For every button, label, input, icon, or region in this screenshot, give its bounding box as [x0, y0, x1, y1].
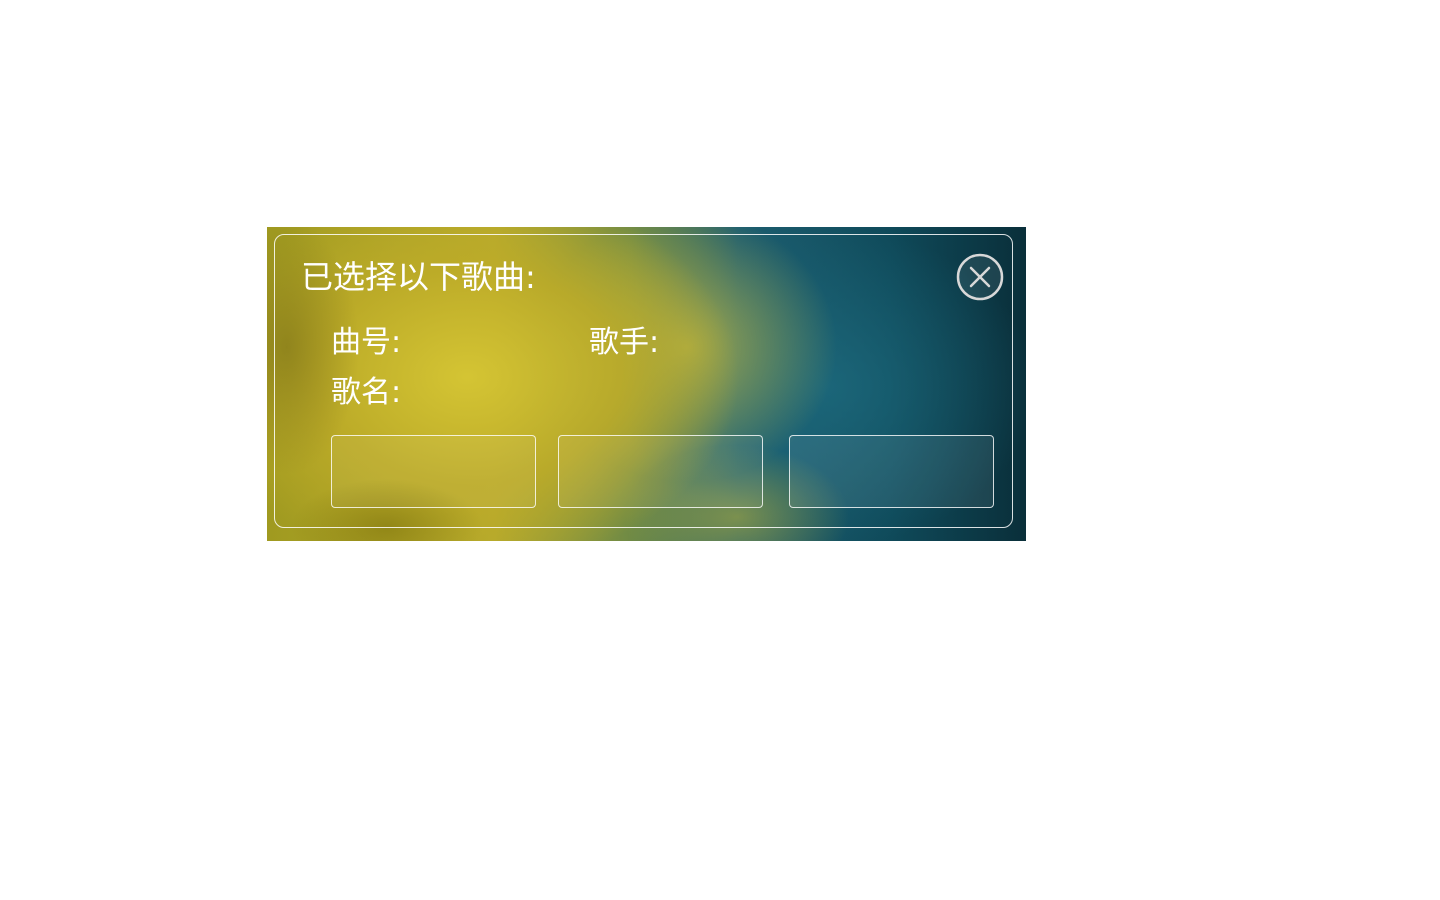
close-button[interactable]: [956, 253, 1004, 301]
track-number-field: 曲号:: [331, 323, 409, 363]
track-number-label: 曲号:: [331, 325, 402, 360]
action-button-3[interactable]: [789, 435, 994, 508]
dialog-frame: 已选择以下歌曲: 曲号: 歌手: 歌名:: [274, 234, 1013, 528]
song-selection-dialog: 已选择以下歌曲: 曲号: 歌手: 歌名:: [267, 227, 1026, 541]
singer-label: 歌手:: [589, 325, 660, 360]
dialog-title: 已选择以下歌曲:: [301, 258, 536, 296]
singer-field: 歌手:: [589, 323, 667, 363]
song-name-field: 歌名:: [331, 373, 409, 413]
action-button-1[interactable]: [331, 435, 536, 508]
close-circle-icon: [956, 253, 1004, 301]
action-button-2[interactable]: [558, 435, 763, 508]
song-name-label: 歌名:: [331, 375, 402, 410]
